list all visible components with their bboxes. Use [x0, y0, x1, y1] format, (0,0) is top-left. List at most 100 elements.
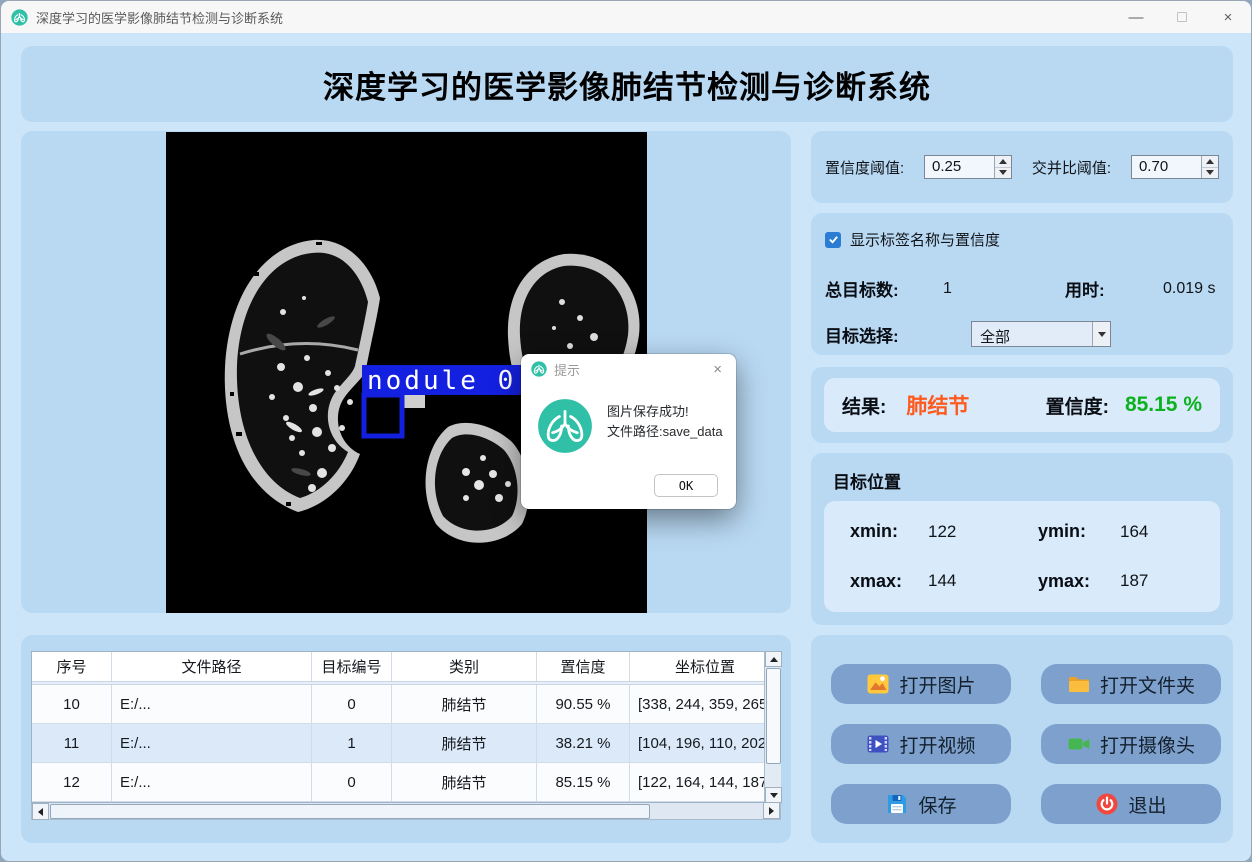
cell-coordinates: [338, 244, 359, 265] [630, 685, 780, 724]
down-arrow-icon [1205, 170, 1214, 176]
app-lung-icon [11, 8, 28, 26]
down-arrow-icon [769, 792, 778, 798]
results-table[interactable]: 序号 文件路径 目标编号 类别 置信度 坐标位置 10 E:/... 0 肺结节… [31, 651, 781, 803]
confidence-threshold-label: 置信度阈值: [825, 159, 905, 177]
app-window: 深度学习的医学影像肺结节检测与诊断系统 — × 深度学习的医学影像肺结节检测与诊… [0, 0, 1252, 862]
cell-index: 10 [32, 685, 112, 724]
cell-index: 12 [32, 763, 112, 802]
exit-label: 退出 [1128, 795, 1167, 817]
show-labels-label: 显示标签名称与置信度 [850, 232, 1001, 249]
col-header-coordinates: 坐标位置 [674, 659, 735, 676]
cell-class: 肺结节 [392, 763, 537, 802]
dialog-message-line2: 文件路径:save_data [607, 424, 723, 439]
cell-confidence: 90.55 % [537, 685, 630, 724]
scroll-down-arrow[interactable] [765, 787, 782, 803]
col-header-target-id: 目标编号 [312, 652, 392, 681]
maximize-icon [1177, 12, 1187, 22]
folder-icon [1068, 677, 1089, 692]
up-arrow-icon [999, 158, 1008, 164]
dropdown-button[interactable] [1092, 322, 1110, 346]
cell-index: 11 [32, 724, 112, 763]
total-targets-value: 1 [943, 279, 952, 297]
open-folder-label: 打开文件夹 [1099, 675, 1195, 697]
cell-filepath: E:/... [112, 724, 312, 763]
scroll-up-arrow[interactable] [765, 651, 782, 667]
cell-coordinates: [104, 196, 110, 202] [630, 724, 780, 763]
confidence-threshold-spinbox[interactable]: 0.25 [924, 155, 1013, 179]
titlebar: 深度学习的医学影像肺结节检测与诊断系统 — × [1, 1, 1251, 33]
dialog-ok-button[interactable]: OK [654, 474, 718, 497]
table-row[interactable]: 12 E:/... 0 肺结节 85.15 % [122, 164, 144, … [32, 763, 780, 802]
table-row[interactable]: 11 E:/... 1 肺结节 38.21 % [104, 196, 110, … [32, 724, 780, 763]
iou-spin-up[interactable] [1201, 156, 1218, 168]
iou-spin-down[interactable] [1201, 167, 1218, 178]
exit-button[interactable]: 退出 [1041, 784, 1221, 824]
result-label: 结果: [842, 396, 887, 418]
table-vertical-scrollbar[interactable] [764, 651, 782, 803]
show-labels-checkbox[interactable] [825, 231, 841, 248]
scroll-left-arrow[interactable] [32, 803, 49, 820]
target-position-title: 目标位置 [833, 473, 901, 492]
right-arrow-icon [769, 806, 774, 815]
target-select-dropdown[interactable]: 全部 [971, 321, 1111, 347]
detection-options-panel: 显示标签名称与置信度 总目标数: 1 用时: 0.019 s 目标选择: 全部 [811, 213, 1233, 355]
cell-filepath: E:/... [112, 763, 312, 802]
target-select-label: 目标选择: [825, 326, 899, 346]
cell-filepath: E:/... [112, 685, 312, 724]
dialog-lung-icon [538, 399, 592, 453]
camera-icon [1068, 738, 1090, 750]
dialog-app-icon [531, 361, 547, 377]
table-header-row: 序号 文件路径 目标编号 类别 置信度 坐标位置 [32, 652, 780, 681]
total-targets-label: 总目标数: [825, 281, 899, 300]
open-camera-button[interactable]: 打开摄像头 [1041, 724, 1221, 764]
confidence-threshold-value: 0.25 [932, 158, 962, 175]
down-arrow-icon [999, 170, 1008, 176]
dialog-title: 提示 [554, 362, 581, 378]
xmin-label: xmin: [850, 521, 899, 542]
open-image-label: 打开图片 [899, 675, 976, 697]
save-label: 保存 [918, 795, 957, 817]
cell-target-id: 0 [312, 685, 392, 724]
maximize-button[interactable] [1159, 1, 1205, 33]
xmax-value: 144 [928, 571, 957, 591]
iou-threshold-label: 交并比阈值: [1031, 159, 1112, 177]
cell-target-id: 1 [312, 724, 392, 763]
header-banner: 深度学习的医学影像肺结节检测与诊断系统 [21, 46, 1233, 122]
left-arrow-icon [38, 807, 43, 816]
ymax-label: ymax: [1038, 570, 1091, 591]
target-position-panel: 目标位置 xmin: 122 ymin: 164 xmax: 144 ymax:… [811, 453, 1233, 625]
time-label: 用时: [1065, 281, 1105, 300]
open-video-button[interactable]: 打开视频 [831, 724, 1011, 764]
close-button[interactable]: × [1205, 1, 1251, 33]
horizontal-scroll-thumb[interactable] [50, 804, 650, 819]
ymin-label: ymin: [1038, 521, 1087, 542]
xmin-value: 122 [928, 521, 957, 541]
confidence-spin-down[interactable] [995, 167, 1012, 178]
result-confidence-value: 85.15 % [1124, 393, 1202, 416]
result-class-value: 肺结节 [906, 395, 970, 418]
save-icon [888, 795, 907, 813]
up-arrow-icon [769, 656, 778, 662]
dialog-close-icon[interactable]: × [709, 361, 726, 378]
col-header-confidence: 置信度 [537, 652, 630, 681]
vertical-scroll-thumb[interactable] [766, 668, 781, 764]
save-button[interactable]: 保存 [831, 784, 1011, 824]
col-header-class: 类别 [392, 652, 537, 681]
confidence-spin-up[interactable] [995, 156, 1012, 168]
target-select-value: 全部 [980, 329, 1011, 346]
open-video-label: 打开视频 [899, 735, 976, 757]
minimize-button[interactable]: — [1113, 1, 1159, 33]
message-dialog: 提示 × 图片保存成功! 文件路径:save_data OK [521, 354, 736, 509]
table-horizontal-scrollbar[interactable] [31, 802, 781, 820]
open-folder-button[interactable]: 打开文件夹 [1041, 664, 1221, 704]
iou-threshold-spinbox[interactable]: 0.70 [1130, 155, 1219, 179]
open-image-button[interactable]: 打开图片 [831, 664, 1011, 704]
result-panel: 结果: 肺结节 置信度: 85.15 % [811, 367, 1233, 443]
scroll-right-arrow[interactable] [763, 802, 780, 819]
ymax-value: 187 [1120, 571, 1149, 591]
actions-panel: 打开图片 打开文件夹 打开视频 打开摄像头 保存 退出 [811, 635, 1233, 843]
cell-class: 肺结节 [392, 724, 537, 763]
table-row[interactable]: 10 E:/... 0 肺结节 90.55 % [338, 244, 359, … [32, 685, 780, 724]
cell-class: 肺结节 [392, 685, 537, 724]
time-value: 0.019 s [1163, 279, 1216, 297]
